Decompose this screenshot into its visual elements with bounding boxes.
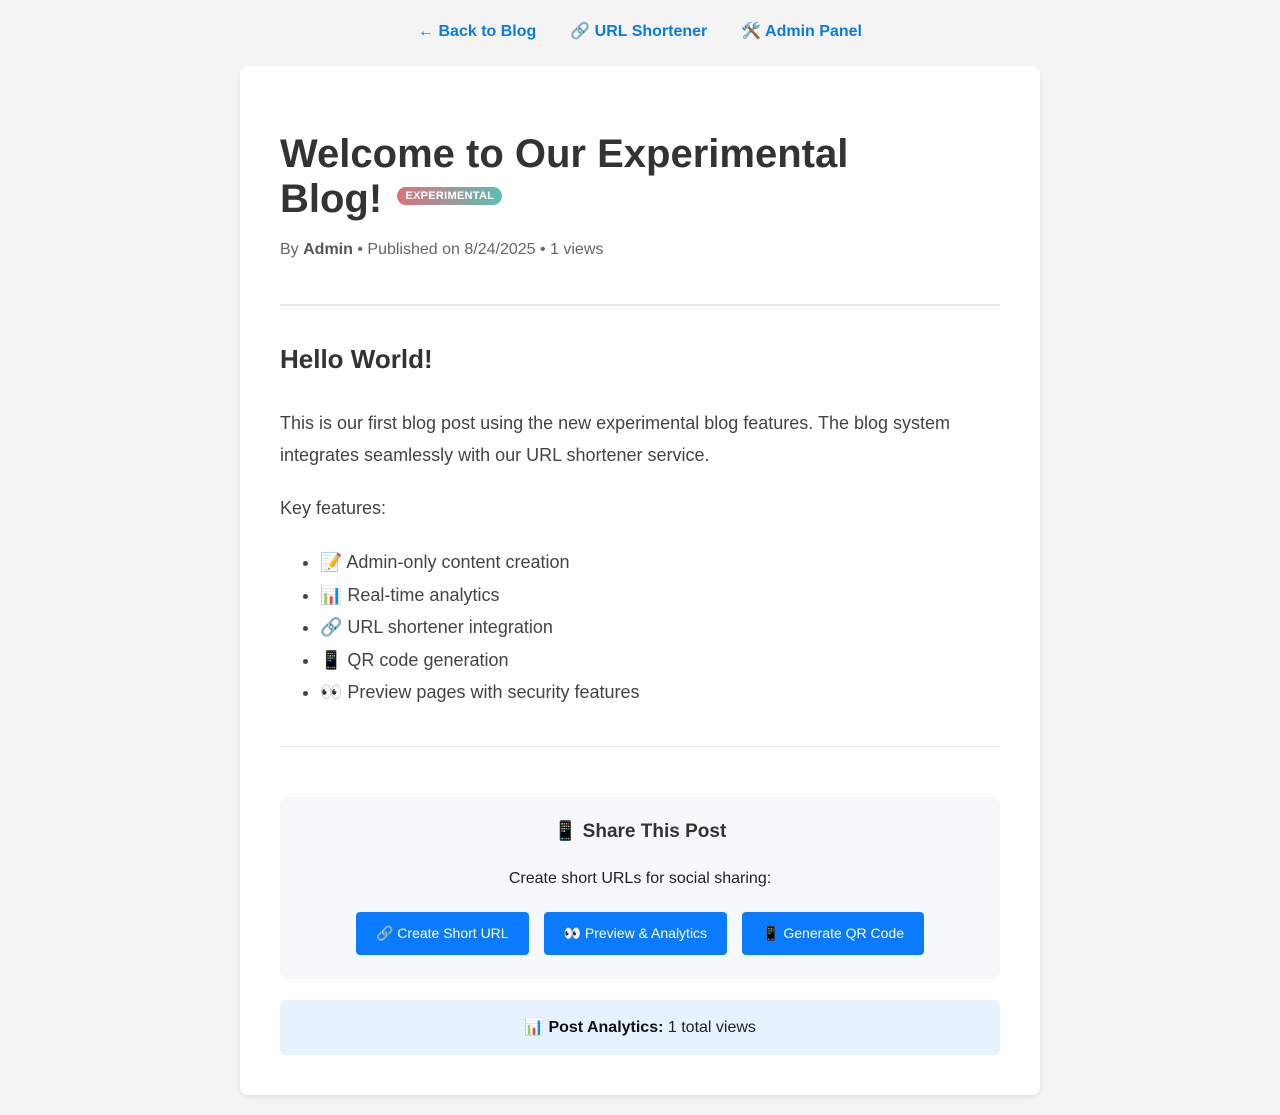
top-navigation: ← Back to Blog 🔗 URL Shortener 🛠️ Admin … (0, 22, 1280, 42)
post-card: Welcome to Our Experimental Blog! EXPERI… (240, 66, 1040, 1095)
post-title: Welcome to Our Experimental Blog! EXPERI… (280, 132, 900, 222)
features-list: 📝 Admin-only content creation 📊 Real-tim… (280, 546, 640, 709)
post-title-text: Welcome to Our Experimental Blog! (280, 132, 849, 221)
share-subtitle: Create short URLs for social sharing: (508, 870, 772, 887)
meta-published: • Published on 8/24/2025 • 1 views (352, 241, 604, 258)
create-short-url-button[interactable]: 🔗 Create Short URL (355, 912, 529, 955)
post-paragraph: This is our first blog post using the ne… (280, 413, 951, 465)
analytics-label: Post Analytics: (548, 1019, 664, 1036)
share-buttons: 🔗 Create Short URL 👀 Preview & Analytics… (280, 912, 1000, 955)
post-meta: By Admin • Published on 8/24/2025 • 1 vi… (280, 240, 603, 260)
url-shortener-link[interactable]: 🔗 URL Shortener (570, 22, 707, 42)
list-item: 🔗 URL shortener integration (320, 611, 640, 644)
analytics-value: 1 total views (663, 1019, 756, 1036)
experimental-badge: EXPERIMENTAL (397, 187, 503, 206)
share-panel: 📱 Share This Post Create short URLs for … (280, 797, 1000, 979)
chart-icon: 📊 (524, 1019, 544, 1036)
preview-analytics-button[interactable]: 👀 Preview & Analytics (543, 912, 728, 955)
header-divider (280, 304, 1000, 306)
content-divider (280, 746, 1000, 747)
meta-by-prefix: By (280, 241, 304, 258)
features-intro: Key features: (280, 498, 387, 518)
list-item: 📊 Real-time analytics (320, 579, 640, 612)
post-heading: Hello World! (280, 344, 433, 374)
back-to-blog-link[interactable]: ← Back to Blog (418, 22, 536, 42)
list-item: 📱 QR code generation (320, 644, 640, 677)
generate-qr-code-button[interactable]: 📱 Generate QR Code (742, 912, 925, 955)
post-analytics-bar: 📊 Post Analytics: 1 total views (280, 1000, 1000, 1055)
admin-panel-link[interactable]: 🛠️ Admin Panel (741, 22, 862, 42)
list-item: 📝 Admin-only content creation (320, 546, 640, 579)
list-item: 👀 Preview pages with security features (320, 676, 640, 709)
post-author: Admin (303, 241, 353, 258)
share-title: 📱 Share This Post (553, 821, 727, 842)
